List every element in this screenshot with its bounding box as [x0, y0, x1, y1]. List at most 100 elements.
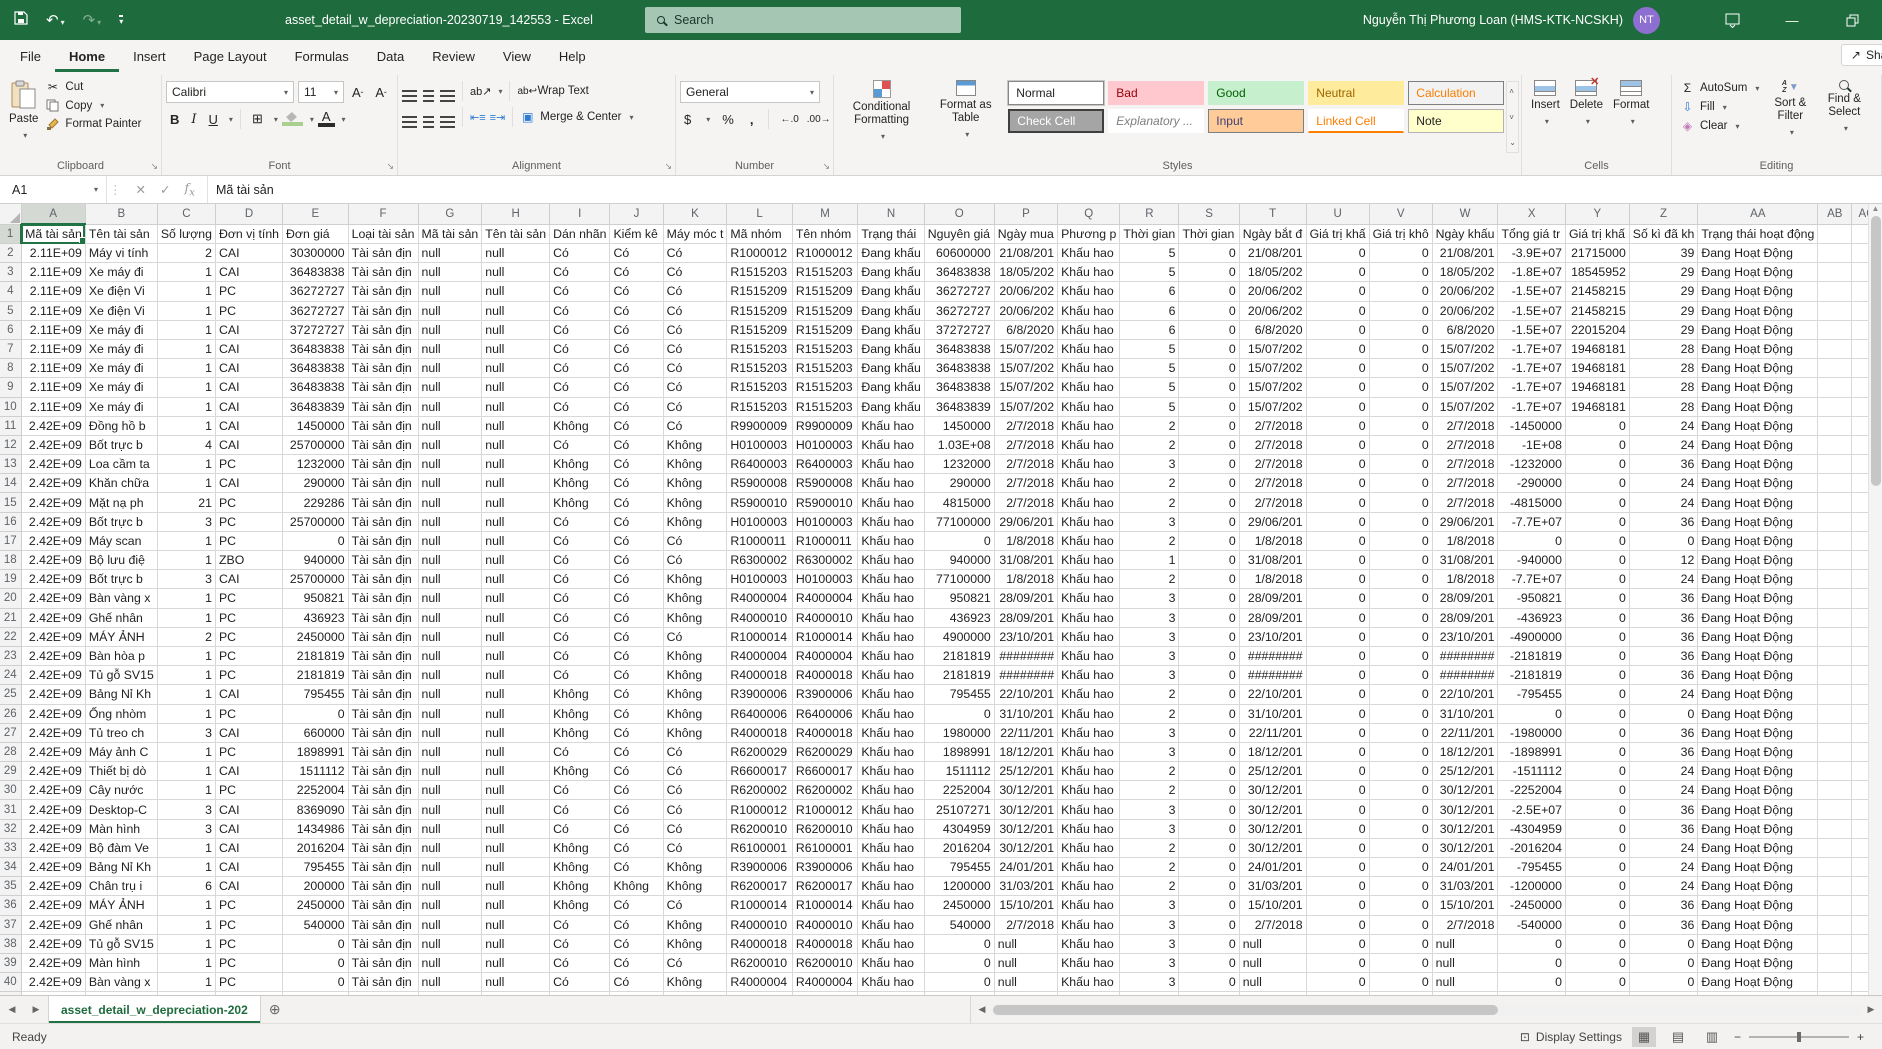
cell-E29[interactable]: 1511112: [283, 762, 349, 781]
insert-cells-button[interactable]: Insert▾: [1526, 77, 1565, 157]
cell-N38[interactable]: Khấu hao: [858, 934, 924, 953]
cell-S34[interactable]: 0: [1179, 858, 1239, 877]
cell-H22[interactable]: null: [482, 627, 550, 646]
cell-R32[interactable]: 3: [1120, 819, 1179, 838]
cell-J31[interactable]: Có: [610, 800, 663, 819]
cell-A4[interactable]: 2.11E+09: [21, 282, 85, 301]
cell-A17[interactable]: 2.42E+09: [21, 531, 85, 550]
cell-W34[interactable]: 24/01/201: [1432, 858, 1498, 877]
cell-M41[interactable]: [792, 992, 857, 995]
cell-M34[interactable]: R3900006: [792, 858, 857, 877]
cell-T18[interactable]: 31/08/201: [1239, 551, 1306, 570]
scroll-up-icon[interactable]: ▲: [1872, 204, 1880, 213]
bold-button[interactable]: B: [166, 112, 183, 127]
cell-U12[interactable]: 0: [1306, 435, 1369, 454]
cell-A39[interactable]: 2.42E+09: [21, 953, 85, 972]
cell-B8[interactable]: Xe máy đi: [85, 359, 157, 378]
cell-K8[interactable]: Có: [663, 359, 727, 378]
cell-I5[interactable]: Có: [550, 301, 610, 320]
cell-U33[interactable]: 0: [1306, 838, 1369, 857]
cell-W3[interactable]: 18/05/202: [1432, 263, 1498, 282]
cell-H8[interactable]: null: [482, 359, 550, 378]
cell-J1[interactable]: Kiểm kê: [610, 224, 663, 244]
cell-X1[interactable]: Tổng giá tr: [1498, 224, 1565, 244]
row-header-7[interactable]: 7: [0, 339, 21, 358]
cell-E22[interactable]: 2450000: [283, 627, 349, 646]
cell-D37[interactable]: PC: [215, 915, 282, 934]
cell-H33[interactable]: null: [482, 838, 550, 857]
cell-X4[interactable]: -1.5E+07: [1498, 282, 1565, 301]
cell-Y27[interactable]: 0: [1565, 723, 1629, 742]
cell-AB33[interactable]: [1818, 838, 1852, 857]
cell-N26[interactable]: Khấu hao: [858, 704, 924, 723]
cell-O38[interactable]: 0: [924, 934, 994, 953]
cell-P37[interactable]: 2/7/2018: [994, 915, 1057, 934]
cell-X13[interactable]: -1232000: [1498, 455, 1565, 474]
cell-S21[interactable]: 0: [1179, 608, 1239, 627]
cell-M22[interactable]: R1000014: [792, 627, 857, 646]
increase-decimal-icon[interactable]: ←.0: [780, 114, 798, 125]
clipboard-dialog-launcher[interactable]: ↘: [150, 161, 158, 172]
align-top-icon[interactable]: [402, 90, 417, 92]
cell-J17[interactable]: Có: [610, 531, 663, 550]
cell-AA39[interactable]: Đang Hoạt Động: [1698, 953, 1818, 972]
cell-K12[interactable]: Không: [663, 435, 727, 454]
cell-T14[interactable]: 2/7/2018: [1239, 474, 1306, 493]
cell-V21[interactable]: 0: [1369, 608, 1432, 627]
cell-N34[interactable]: Khấu hao: [858, 858, 924, 877]
cell-S29[interactable]: 0: [1179, 762, 1239, 781]
cell-H35[interactable]: null: [482, 877, 550, 896]
cell-S20[interactable]: 0: [1179, 589, 1239, 608]
cut-button[interactable]: ✂Cut: [45, 80, 141, 94]
cell-X16[interactable]: -7.7E+07: [1498, 512, 1565, 531]
italic-button[interactable]: I: [187, 112, 200, 127]
cell-U11[interactable]: 0: [1306, 416, 1369, 435]
cell-F39[interactable]: Tài sản địn: [348, 953, 418, 972]
row-header-32[interactable]: 32: [0, 819, 21, 838]
cell-D21[interactable]: PC: [215, 608, 282, 627]
cell-R3[interactable]: 5: [1120, 263, 1179, 282]
menu-tab-help[interactable]: Help: [545, 40, 600, 72]
cell-I22[interactable]: Có: [550, 627, 610, 646]
cell-V25[interactable]: 0: [1369, 685, 1432, 704]
cell-X39[interactable]: 0: [1498, 953, 1565, 972]
cell-M15[interactable]: R5900010: [792, 493, 857, 512]
name-box-dropdown-icon[interactable]: ▾: [94, 185, 98, 194]
cell-W27[interactable]: 22/11/201: [1432, 723, 1498, 742]
cell-Q19[interactable]: Khấu hao: [1058, 570, 1120, 589]
scroll-left-icon[interactable]: ◀: [973, 1004, 991, 1015]
cell-K29[interactable]: Có: [663, 762, 727, 781]
cell-W30[interactable]: 30/12/201: [1432, 781, 1498, 800]
cell-Q10[interactable]: Khấu hao: [1058, 397, 1120, 416]
cell-P13[interactable]: 2/7/2018: [994, 455, 1057, 474]
cell-AB26[interactable]: [1818, 704, 1852, 723]
cell-V6[interactable]: 0: [1369, 320, 1432, 339]
cell-C4[interactable]: 1: [157, 282, 215, 301]
cell-H40[interactable]: null: [482, 973, 550, 992]
cell-D12[interactable]: CAI: [215, 435, 282, 454]
cell-Q16[interactable]: Khấu hao: [1058, 512, 1120, 531]
cell-P33[interactable]: 30/12/201: [994, 838, 1057, 857]
cell-Q39[interactable]: Khấu hao: [1058, 953, 1120, 972]
cell-W31[interactable]: 30/12/201: [1432, 800, 1498, 819]
restore-button[interactable]: [1822, 0, 1882, 40]
underline-button[interactable]: U: [205, 112, 222, 127]
cell-B41[interactable]: [85, 992, 157, 995]
cell-S41[interactable]: [1179, 992, 1239, 995]
cell-L3[interactable]: R1515203: [727, 263, 792, 282]
cell-U13[interactable]: 0: [1306, 455, 1369, 474]
cell-AB21[interactable]: [1818, 608, 1852, 627]
cell-AB6[interactable]: [1818, 320, 1852, 339]
cell-Z4[interactable]: 29: [1629, 282, 1698, 301]
cell-Q32[interactable]: Khấu hao: [1058, 819, 1120, 838]
cell-L39[interactable]: R6200010: [727, 953, 792, 972]
cell-M12[interactable]: H0100003: [792, 435, 857, 454]
cell-Z25[interactable]: 24: [1629, 685, 1698, 704]
cell-K37[interactable]: Không: [663, 915, 727, 934]
cell-C19[interactable]: 3: [157, 570, 215, 589]
cell-B35[interactable]: Chân trụ i: [85, 877, 157, 896]
cell-AA14[interactable]: Đang Hoạt Động: [1698, 474, 1818, 493]
cell-AA19[interactable]: Đang Hoạt Động: [1698, 570, 1818, 589]
cell-W19[interactable]: 1/8/2018: [1432, 570, 1498, 589]
cell-E26[interactable]: 0: [283, 704, 349, 723]
